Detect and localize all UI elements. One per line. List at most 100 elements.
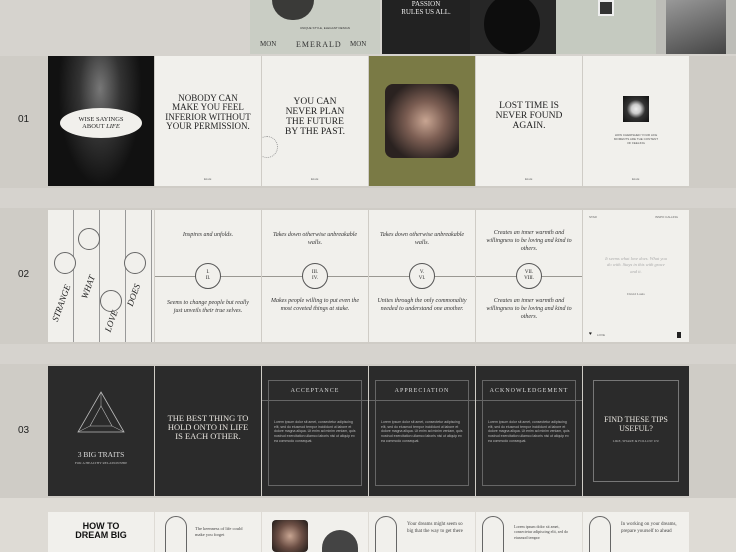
working-text: In working on your dreams, prepare yours… xyxy=(621,522,677,534)
row1-slide-3[interactable]: YOU CAN NEVER PLAN THE FUTURE BY THE PAS… xyxy=(262,56,368,186)
top-text: Creates an inner warmth and willingness … xyxy=(486,230,572,252)
love-quote: It seems what love does. What you do wit… xyxy=(605,256,667,274)
bottom-text: Unites through the only commonality need… xyxy=(377,298,467,312)
row2-slide-1[interactable]: STRANGE WHAT LOVE DOES xyxy=(48,210,154,342)
arch-frame xyxy=(589,516,611,552)
top-card-sage: UNIQUE STYLE, ELEGANT DESIGN MON EMERALD… xyxy=(250,0,380,54)
traits-title: 3 BIG TRAITS xyxy=(77,450,125,459)
quote-lost-time: LOST TIME IS NEVER FOUND AGAIN. xyxy=(495,101,563,131)
top-card-bw-face xyxy=(666,0,726,54)
top-card-oval xyxy=(470,0,556,54)
flower-thumb xyxy=(623,96,649,122)
row2-slide-5[interactable]: Creates an inner warmth and willingness … xyxy=(476,210,582,342)
top-card-frame xyxy=(556,0,656,54)
row4-slide-1[interactable]: HOW TO DREAM BIG xyxy=(48,512,154,552)
top-card-emerald: EMERALD xyxy=(296,40,342,49)
row2-slide-6[interactable]: STAR INSPO CALLING It seems what love do… xyxy=(583,210,689,342)
slide-footer: ELLE xyxy=(204,177,212,181)
row-01-label: 01 xyxy=(18,114,30,125)
traits-subtitle: FOR A HEALTHY RELATIONSHIP xyxy=(74,461,128,465)
row3-slide-5[interactable]: ACKNOWLEDGEMENT Lorem ipsum dolor sit am… xyxy=(476,366,582,496)
row-03-label: 03 xyxy=(18,425,30,436)
top-card-bw-photo xyxy=(656,0,736,54)
heading-acceptance: ACCEPTANCE xyxy=(290,388,340,394)
heart-icon[interactable]: ♥ xyxy=(589,332,592,337)
row1-slide-2[interactable]: NOBODY CAN MAKE YOU FEEL INFERIOR WITHOU… xyxy=(155,56,261,186)
portrait-thumb xyxy=(322,530,358,552)
top-card-passion: PASSION RULES US ALL. xyxy=(382,0,470,54)
numeral-bottom: IV. xyxy=(312,276,318,281)
row4-slide-4[interactable]: Your dreams might seem so big that the w… xyxy=(369,512,475,552)
row1-slide-5[interactable]: LOST TIME IS NEVER FOUND AGAIN. ELLE xyxy=(476,56,582,186)
arch-frame xyxy=(375,516,397,552)
top-card-frame-photo xyxy=(598,0,614,16)
life-text: The keenness of life could make you forg… xyxy=(195,526,243,537)
quote-future: YOU CAN NEVER PLAN THE FUTURE BY THE PAS… xyxy=(285,97,345,137)
row2-slide-2[interactable]: Inspires and unfolds. I. II. Seems to ch… xyxy=(155,210,261,342)
top-text: Inspires and unfolds. xyxy=(182,232,234,238)
bottom-text: Creates an inner warmth and willingness … xyxy=(486,298,572,320)
dreams-text: Your dreams might seem so big that the w… xyxy=(407,522,463,534)
column-lines xyxy=(48,210,154,342)
bottom-text: Makes people willing to put even the mos… xyxy=(271,298,359,312)
numeral-circle: V. VI. xyxy=(409,263,435,289)
header-right: INSPO CALLING xyxy=(655,215,679,219)
heading-divider xyxy=(476,400,582,401)
row3-slide-1[interactable]: 3 BIG TRAITS FOR A HEALTHY RELATIONSHIP xyxy=(48,366,154,496)
row1-slide-1[interactable]: WISE SAYINGS ABOUT LIFE xyxy=(48,56,154,186)
top-card-mon-left: MON xyxy=(260,40,277,48)
row1-slide-6[interactable]: HOW CHERISHED YOUR LIFE MOMENTS ARE THE … xyxy=(583,56,689,186)
top-text: Takes down otherwise unbreakable walls. xyxy=(379,232,465,246)
title-line-2: ABOUT xyxy=(82,123,105,131)
row4-slide-6[interactable]: In working on your dreams, prepare yours… xyxy=(583,512,689,552)
numeral-bottom: VI. xyxy=(418,276,426,281)
numeral-circle: III. IV. xyxy=(302,263,328,289)
row3-slide-2[interactable]: THE BEST THING TO HOLD ONTO IN LIFE IS E… xyxy=(155,366,261,496)
bookmark-icon[interactable] xyxy=(677,332,681,338)
top-card-oval-photo xyxy=(484,0,540,54)
row3-slide-3[interactable]: ACCEPTANCE Lorem ipsum dolor sit amet, c… xyxy=(262,366,368,496)
heading-appreciation: APPRECIATION xyxy=(394,388,450,394)
row3-slide-6[interactable]: FIND THESE TIPS USEFUL? LIKE, SHARE & FO… xyxy=(583,366,689,496)
lorem-text: Lorem ipsum dolor sit amet, consectetur … xyxy=(514,524,569,540)
row4-slide-2[interactable]: The keenness of life could make you forg… xyxy=(155,512,261,552)
top-strip: UNIQUE STYLE, ELEGANT DESIGN MON EMERALD… xyxy=(0,0,736,54)
row3-slide-4[interactable]: APPRECIATION Lorem ipsum dolor sit amet,… xyxy=(369,366,475,496)
hands-photo xyxy=(385,84,459,158)
hands-thumb xyxy=(272,520,308,552)
row-02-label: 02 xyxy=(18,269,30,280)
row4-slide-5[interactable]: Lorem ipsum dolor sit amet, consectetur … xyxy=(476,512,582,552)
circle-3 xyxy=(124,252,146,274)
numeral-circle: VII. VIII. xyxy=(516,263,542,289)
numeral-bottom: VIII. xyxy=(524,276,534,281)
dream-big-title: HOW TO DREAM BIG xyxy=(75,521,127,541)
row2-slide-3[interactable]: Takes down otherwise unbreakable walls. … xyxy=(262,210,368,342)
top-card-mon-right: MON xyxy=(350,40,367,48)
slide-footer: ELLE xyxy=(525,177,533,181)
top-text: Takes down otherwise unbreakable walls. xyxy=(272,232,358,246)
row2-slide-4[interactable]: Takes down otherwise unbreakable walls. … xyxy=(369,210,475,342)
tips-subtitle: LIKE, SHARE & FOLLOW US! xyxy=(612,439,660,443)
footer-text: LOVE xyxy=(597,333,606,337)
top-card-portrait xyxy=(272,0,314,20)
row4-slide-3[interactable] xyxy=(262,512,368,552)
hold-on-quote: THE BEST THING TO HOLD ONTO IN LIFE IS E… xyxy=(167,413,249,441)
heading-divider xyxy=(369,400,475,401)
flower-sketch xyxy=(262,136,278,158)
numeral-circle: I. II. xyxy=(195,263,221,289)
bottom-text: Seems to change people but really just u… xyxy=(167,300,249,314)
title-line-1: WISE SAYINGS xyxy=(78,116,124,123)
tips-title: FIND THESE TIPS USEFUL? xyxy=(604,415,668,433)
title-line-3: LIFE xyxy=(106,123,120,131)
row1-slide-4[interactable] xyxy=(369,56,475,186)
lorem-text: Lorem ipsum dolor sit amet, consectetur … xyxy=(488,420,570,443)
arch-frame xyxy=(482,516,504,552)
heading-divider xyxy=(262,400,368,401)
slide-footer: ELLE xyxy=(311,177,319,181)
circle-2 xyxy=(54,252,76,274)
triangle-icon xyxy=(77,391,125,433)
quote-inferior: NOBODY CAN MAKE YOU FEEL INFERIOR WITHOU… xyxy=(165,93,251,132)
lorem-text: Lorem ipsum dolor sit amet, consectetur … xyxy=(381,420,463,443)
caption: HOW CHERISHED YOUR LIFE MOMENTS ARE THE … xyxy=(613,133,659,145)
quote-author: David Louis xyxy=(627,292,645,296)
